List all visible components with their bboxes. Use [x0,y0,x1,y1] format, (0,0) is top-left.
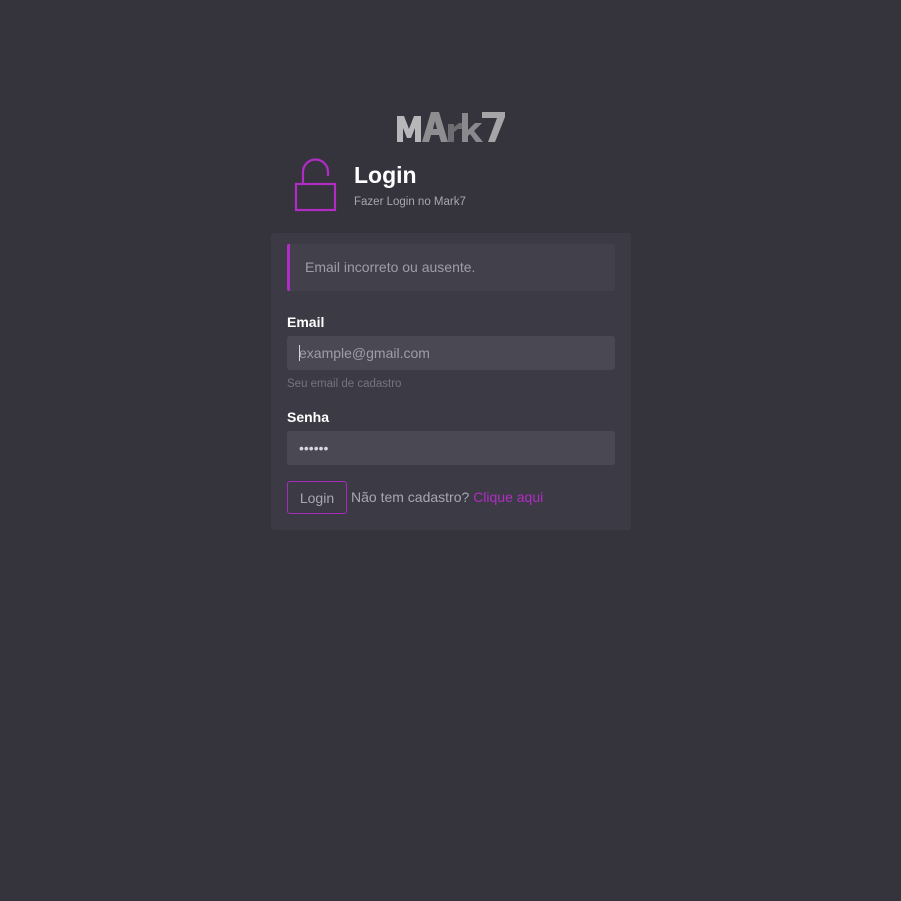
signup-link[interactable]: Clique aqui [473,489,543,505]
signup-prompt-line: Não tem cadastro? Clique aqui [351,488,543,506]
password-label: Senha [287,409,330,425]
email-help-text: Seu email de cadastro [287,378,402,390]
email-input[interactable] [287,336,615,370]
password-input[interactable] [287,431,615,465]
login-header: Login Fazer Login no Mark7 [294,158,634,214]
page-title: Login [354,162,417,188]
login-button[interactable]: Login [287,481,347,514]
error-alert-message: Email incorreto ou ausente. [305,259,476,275]
lock-open-icon [294,158,337,212]
signup-prompt-text: Não tem cadastro? [351,489,470,505]
text-cursor [299,345,300,361]
email-label: Email [287,314,325,330]
email-field-wrapper [271,336,631,370]
page-subtitle: Fazer Login no Mark7 [354,196,466,208]
error-alert: Email incorreto ou ausente. [287,244,615,291]
login-page: Login Fazer Login no Mark7 Email incorre… [0,0,901,901]
login-form-card: Email incorreto ou ausente. Email Seu em… [271,233,631,530]
mark7-logo [397,112,505,142]
